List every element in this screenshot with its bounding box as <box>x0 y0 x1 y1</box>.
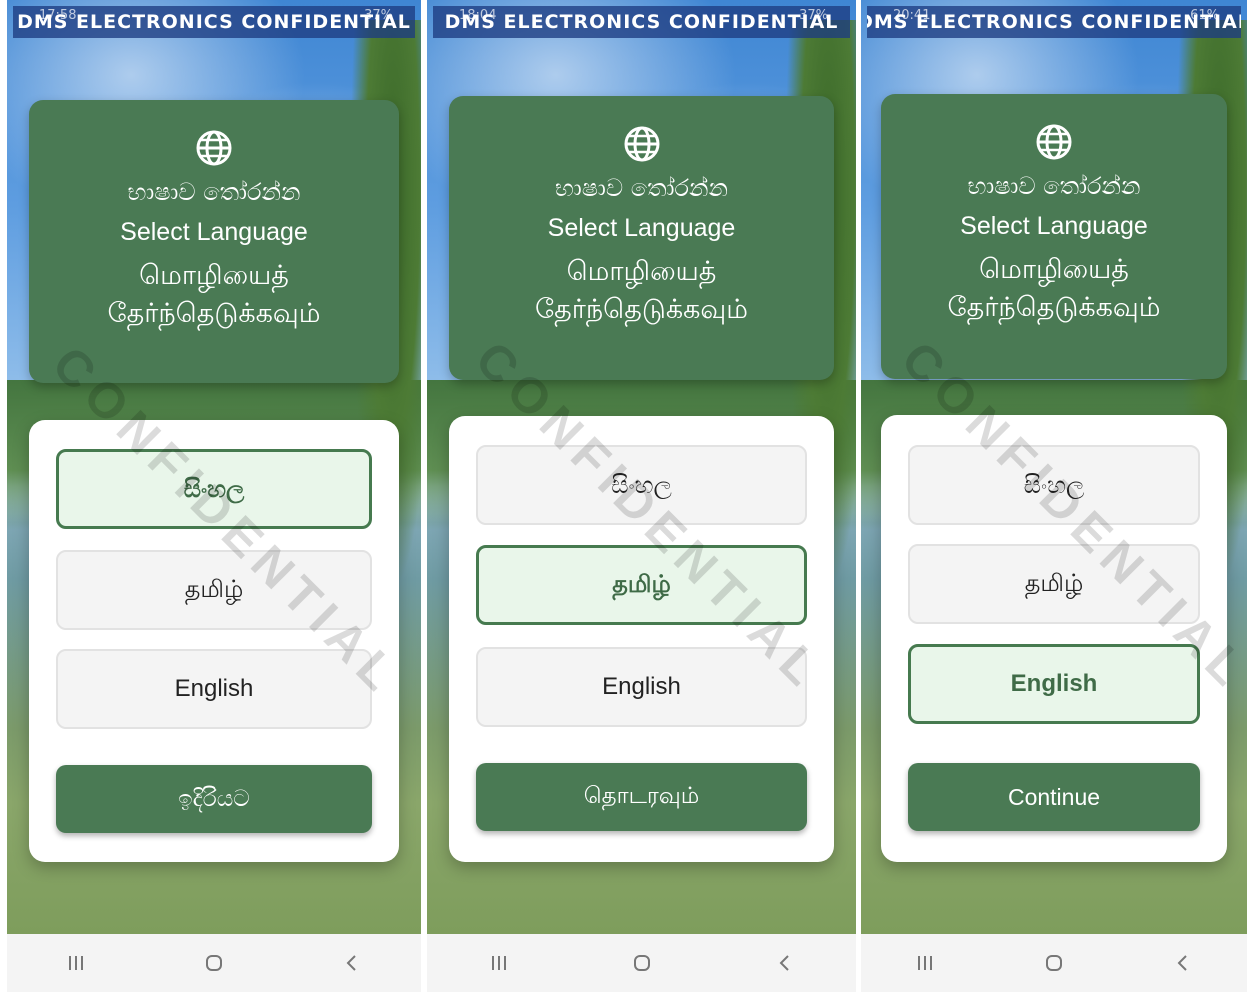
globe-icon <box>196 130 232 166</box>
system-nav-bar <box>861 934 1247 992</box>
home-icon[interactable] <box>194 943 234 983</box>
home-icon[interactable] <box>1034 943 1074 983</box>
language-option-sinhala[interactable]: සිංහල <box>56 449 372 529</box>
status-battery: 37% <box>799 8 828 23</box>
language-option-tamil[interactable]: தமிழ் <box>908 544 1200 624</box>
status-battery: 61% <box>1190 8 1219 23</box>
recent-apps-icon[interactable] <box>905 943 945 983</box>
header-title-english: Select Language <box>960 212 1148 240</box>
continue-button[interactable]: Continue <box>908 763 1200 831</box>
home-icon[interactable] <box>622 943 662 983</box>
confidential-banner: 17:58 DMS ELECTRONICS CONFIDENTIAL 37% <box>13 6 415 38</box>
language-option-sinhala[interactable]: සිංහල <box>476 445 807 525</box>
header-title-tamil: மொழியைத் தேர்ந்தெடுக்கவும் <box>947 254 1161 323</box>
header-title-sinhala: භාෂාව තෝරන්න <box>554 174 728 202</box>
phone-screen-tamil: 18:04 DMS ELECTRONICS CONFIDENTIAL 37% භ… <box>427 0 856 992</box>
language-card: සිංහල தமிழ் English தொடரவும் <box>449 416 834 862</box>
continue-button[interactable]: ඉදිරියට <box>56 765 372 833</box>
recent-apps-icon[interactable] <box>56 943 96 983</box>
language-card: සිංහල தமிழ் English Continue <box>881 415 1227 862</box>
back-icon[interactable] <box>332 943 372 983</box>
header-card: භාෂාව තෝරන්න Select Language மொழியைத் தே… <box>449 96 834 380</box>
language-option-english[interactable]: English <box>908 644 1200 724</box>
phone-screen-sinhala: 17:58 DMS ELECTRONICS CONFIDENTIAL 37% භ… <box>7 0 421 992</box>
globe-icon <box>624 126 659 162</box>
confidential-banner: 20:41 DMS ELECTRONICS CONFIDENTIAL 61% <box>867 6 1241 38</box>
recent-apps-icon[interactable] <box>479 943 519 983</box>
header-title-tamil: மொழியைத் தேர்ந்தெடுக்கவும் <box>107 260 321 329</box>
header-title-english: Select Language <box>547 214 736 242</box>
banner-text: DMS ELECTRONICS CONFIDENTIAL <box>444 11 839 33</box>
back-icon[interactable] <box>765 943 805 983</box>
header-card: භාෂාව තෝරන්න Select Language மொழியைத் தே… <box>29 100 399 383</box>
header-title-tamil: மொழியைத் தேர்ந்தெடுக்கவும் <box>535 256 748 325</box>
header-title-sinhala: භාෂාව තෝරන්න <box>127 178 301 206</box>
language-option-english[interactable]: English <box>476 647 807 727</box>
globe-icon <box>1036 124 1072 160</box>
language-option-sinhala[interactable]: සිංහල <box>908 445 1200 525</box>
back-icon[interactable] <box>1163 943 1203 983</box>
system-nav-bar <box>7 934 421 992</box>
header-title-sinhala: භාෂාව තෝරන්න <box>967 172 1141 200</box>
language-card: සිංහල தமிழ் English ඉදිරියට <box>29 420 399 862</box>
phone-screen-english: 20:41 DMS ELECTRONICS CONFIDENTIAL 61% භ… <box>861 0 1247 992</box>
continue-button[interactable]: தொடரவும் <box>476 763 807 831</box>
language-option-tamil[interactable]: தமிழ் <box>476 545 807 625</box>
language-option-tamil[interactable]: தமிழ் <box>56 550 372 630</box>
status-time: 17:58 <box>39 8 77 23</box>
system-nav-bar <box>427 934 856 992</box>
status-battery: 37% <box>364 8 393 23</box>
status-time: 20:41 <box>893 8 931 23</box>
confidential-banner: 18:04 DMS ELECTRONICS CONFIDENTIAL 37% <box>433 6 850 38</box>
language-option-english[interactable]: English <box>56 649 372 729</box>
status-time: 18:04 <box>459 8 497 23</box>
header-card: භාෂාව තෝරන්න Select Language மொழியைத் தே… <box>881 94 1227 379</box>
header-title-english: Select Language <box>120 218 308 246</box>
